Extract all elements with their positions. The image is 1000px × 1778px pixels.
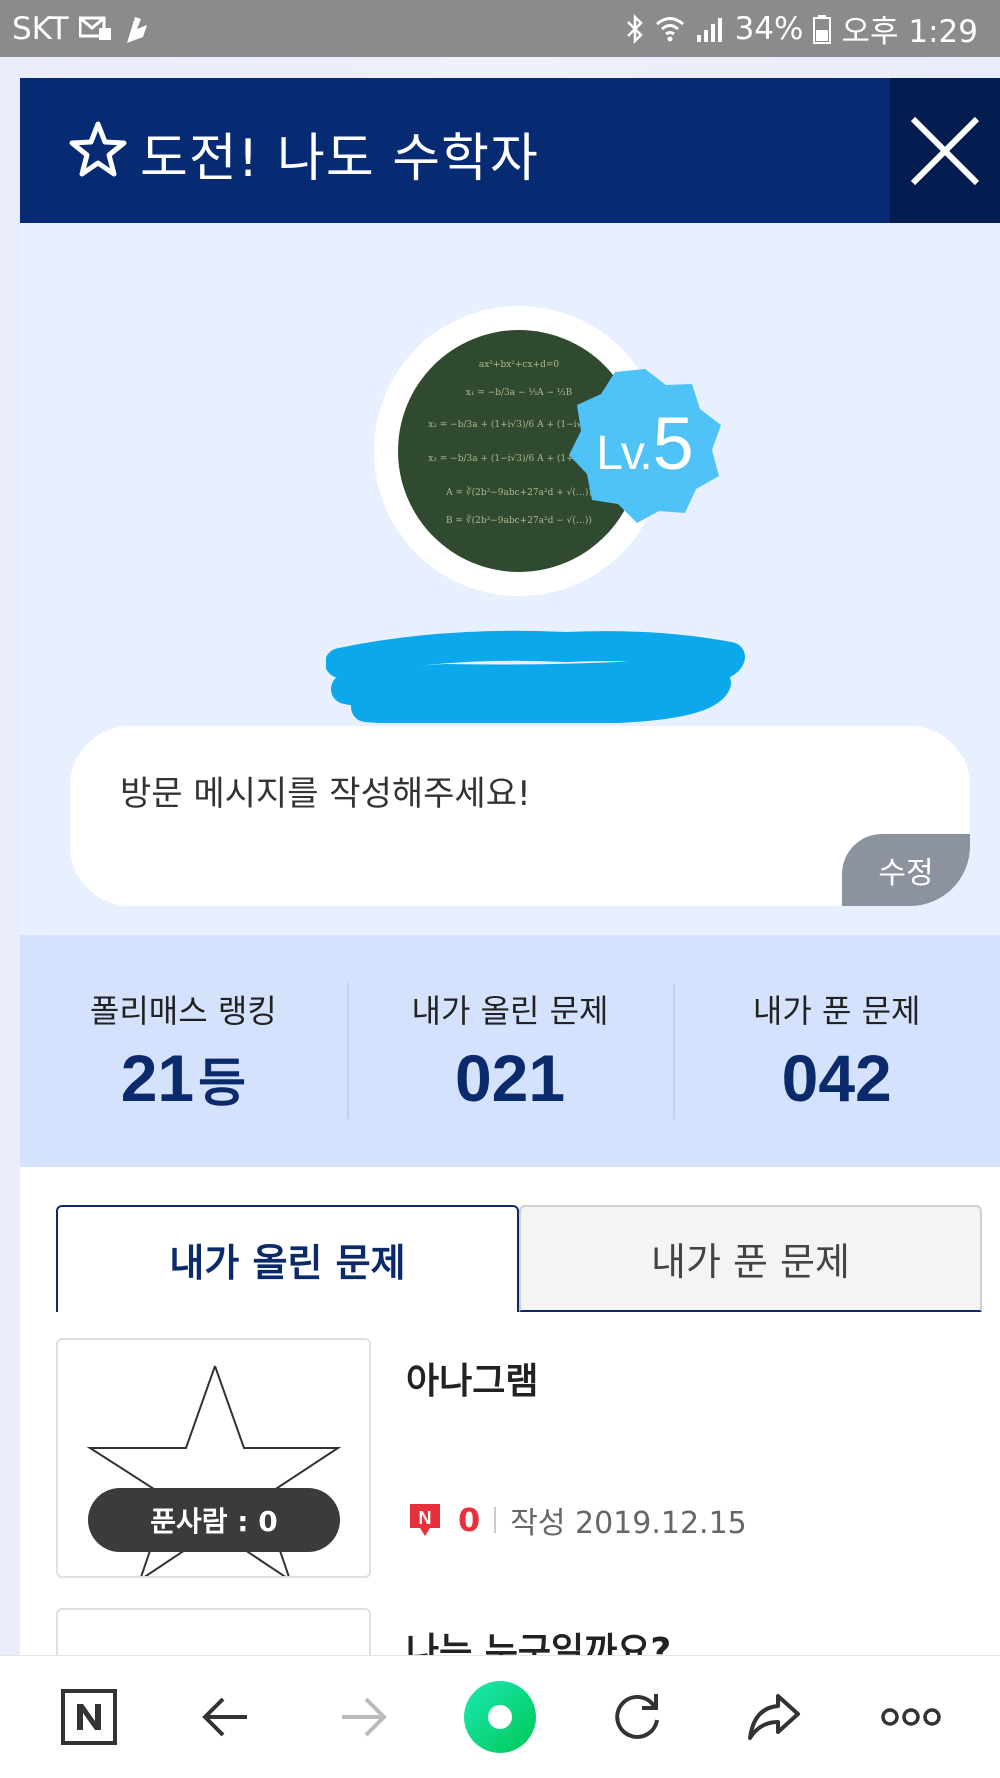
solved-count: 042: [781, 1041, 892, 1115]
home-circle-icon: [463, 1681, 536, 1753]
problem-title[interactable]: 나는 누구일까요?: [406, 1622, 671, 1655]
stat-value: 21 등: [121, 1040, 246, 1116]
posted-count: 021: [454, 1041, 566, 1115]
list-item[interactable]: 나는 누구일까요?: [56, 1608, 986, 1655]
page-title: 도전! 나도 수학자: [140, 129, 539, 189]
back-button[interactable]: [181, 1672, 271, 1762]
mail-notification-icon: [78, 14, 113, 44]
browser-toolbar: [0, 1655, 1000, 1778]
ranking-suffix: 등: [198, 1055, 246, 1113]
tab-solved-problems[interactable]: 내가 푼 문제: [519, 1205, 982, 1312]
stat-label: 내가 푼 문제: [752, 992, 921, 1030]
carrier-label: SKT: [12, 10, 69, 47]
more-icon: [881, 1708, 942, 1726]
stats-panel: 폴리매스 랭킹 21 등 내가 올린 문제 021 내가 푼 문제 042: [20, 935, 1000, 1167]
post-date: 작성 2019.12.15: [510, 1506, 747, 1541]
problem-tabs: 내가 올린 문제 내가 푼 문제: [56, 1205, 986, 1312]
visit-message-text: 방문 메시지를 작성해주세요!: [120, 774, 531, 814]
naver-icon: [60, 1689, 117, 1745]
battery-icon: [813, 14, 832, 44]
star-icon: [69, 121, 127, 177]
battery-percent: 34%: [734, 10, 804, 47]
redacted-username: [326, 630, 745, 723]
new-badge-icon: N: [410, 1504, 440, 1536]
profile-sheet: 도전! 나도 수학자 ax³+bx²+cx+d=0 x₁ = −b/3a − ⅓…: [20, 78, 1000, 1655]
forward-arrow-icon: [341, 1697, 387, 1737]
share-button[interactable]: [729, 1672, 819, 1762]
tab-posted-problems[interactable]: 내가 올린 문제: [56, 1205, 519, 1312]
stat-value: 021: [455, 1040, 565, 1116]
solver-count-badge: 푼사람 : 0: [88, 1488, 340, 1552]
webview: 도전! 나도 수학자 ax³+bx²+cx+d=0 x₁ = −b/3a − ⅓…: [0, 57, 1000, 1655]
share-icon: [748, 1694, 801, 1740]
app-notification-icon: [123, 13, 151, 45]
status-right: 34% 오후 1:29: [625, 6, 978, 51]
level-badge: Lv. 5: [565, 363, 725, 523]
svg-text:N: N: [419, 1508, 432, 1528]
refresh-button[interactable]: [592, 1672, 682, 1762]
back-arrow-icon: [201, 1697, 247, 1737]
clock: 오후 1:29: [841, 14, 978, 50]
ranking-number: 21: [120, 1041, 195, 1115]
problem-thumbnail[interactable]: [56, 1608, 371, 1655]
stat-posted-problems: 내가 올린 문제 021: [346, 935, 674, 1167]
close-button[interactable]: [890, 78, 1000, 223]
signal-icon: [695, 15, 725, 43]
problem-list-area: 내가 올린 문제 내가 푼 문제 푼사람 : 0 아나그램 N 0 작성 201…: [20, 1167, 1000, 1655]
problem-title[interactable]: 아나그램: [406, 1352, 538, 1404]
status-left: SKT: [12, 11, 151, 47]
wifi-icon: [655, 15, 685, 43]
stat-value: 042: [782, 1040, 892, 1116]
green-dot-button[interactable]: [455, 1672, 545, 1762]
meta-divider: [494, 1507, 497, 1533]
profile-area: ax³+bx²+cx+d=0 x₁ = −b/3a − ⅓A − ⅓B x₂ =…: [20, 223, 1000, 1009]
list-item[interactable]: 푼사람 : 0 아나그램 N 0 작성 2019.12.15: [56, 1338, 986, 1578]
stat-ranking: 폴리매스 랭킹 21 등: [20, 935, 347, 1167]
level-prefix: Lv.: [596, 427, 652, 480]
comment-count: 0: [458, 1501, 481, 1539]
edit-message-button[interactable]: 수정: [842, 834, 970, 906]
status-bar: SKT 34% 오후 1:29: [0, 0, 1000, 57]
more-button[interactable]: [866, 1672, 956, 1762]
visit-message-box[interactable]: 방문 메시지를 작성해주세요! 수정: [70, 726, 970, 906]
problem-meta: N 0 작성 2019.12.15: [406, 1498, 747, 1542]
stat-label: 내가 올린 문제: [411, 992, 609, 1030]
refresh-icon: [615, 1694, 660, 1739]
forward-button[interactable]: [318, 1672, 408, 1762]
problem-thumbnail[interactable]: 푼사람 : 0: [56, 1338, 371, 1578]
close-icon: [910, 116, 980, 185]
naver-home-button[interactable]: [44, 1672, 134, 1762]
level-number: 5: [652, 402, 694, 485]
header-bar: 도전! 나도 수학자: [20, 78, 1000, 223]
stat-label: 폴리매스 랭킹: [89, 992, 277, 1030]
stat-solved-problems: 내가 푼 문제 042: [673, 935, 1000, 1167]
bluetooth-icon: [625, 13, 645, 45]
